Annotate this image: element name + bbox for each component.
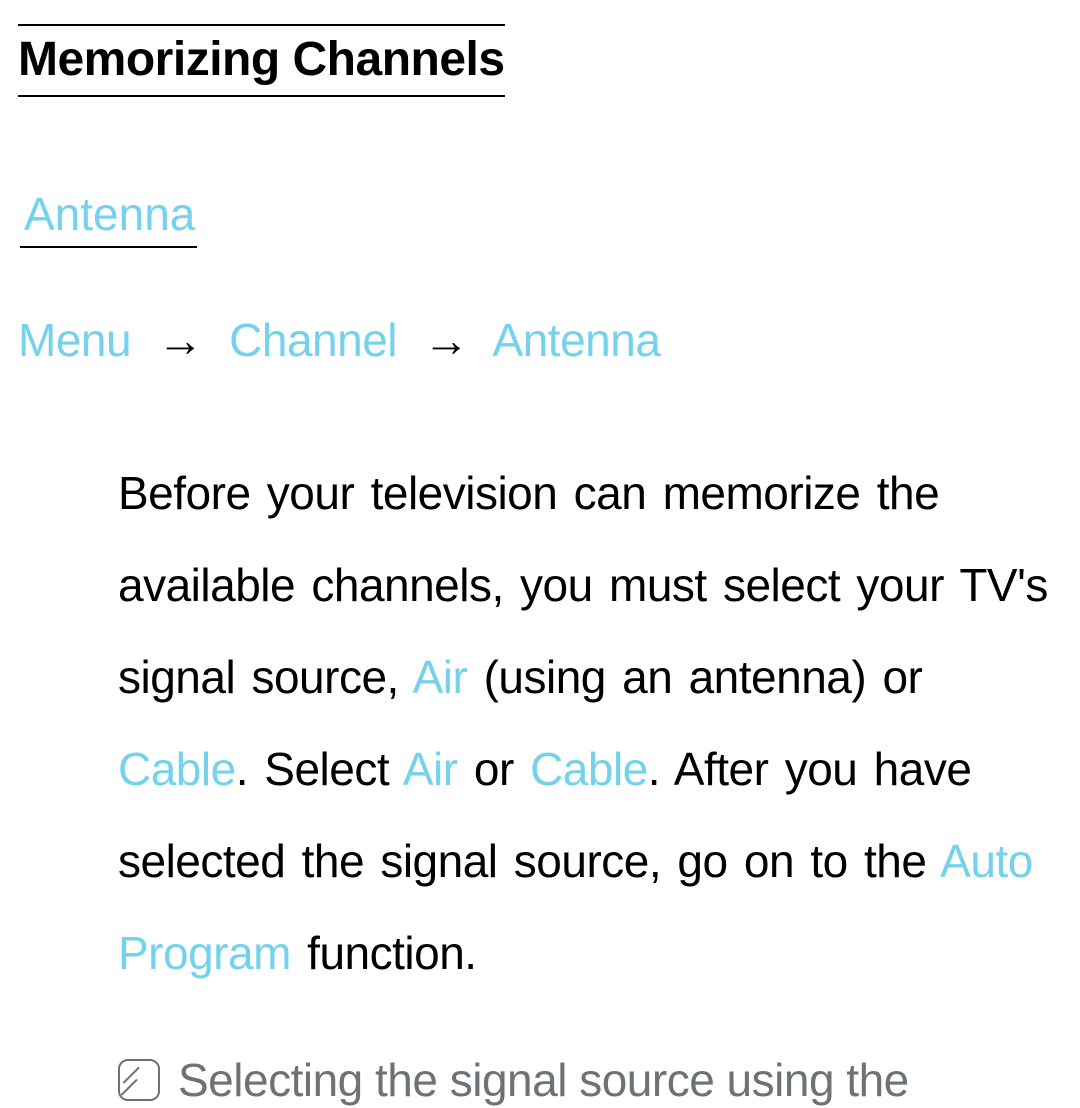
body-paragraph: Before your television can memorize the … [118,447,1052,999]
breadcrumb-channel: Channel [229,314,397,366]
page-title: Memorizing Channels [18,24,505,97]
body-text: (using an antenna) or [467,651,922,703]
breadcrumb: Menu → Channel → Antenna [18,313,1062,367]
note-text: Selecting the signal source using the [178,1053,909,1108]
body-text: . Select [236,743,403,795]
breadcrumb-menu: Menu [18,314,131,366]
section-subhead: Antenna [20,188,197,248]
note-icon [118,1059,160,1101]
page: Memorizing Channels Antenna Menu → Chann… [0,0,1080,1108]
arrow-right-icon: → [423,313,469,367]
air-option: Air [413,651,468,703]
body-text: or [458,743,530,795]
body-text: function. [291,927,477,979]
cable-option: Cable [118,743,236,795]
note: Selecting the signal source using the [118,1053,1052,1108]
breadcrumb-antenna: Antenna [493,314,661,366]
arrow-right-icon: → [157,313,203,367]
section-subhead-wrap: Antenna [18,187,1062,241]
cable-option: Cable [530,743,648,795]
air-option: Air [403,743,458,795]
